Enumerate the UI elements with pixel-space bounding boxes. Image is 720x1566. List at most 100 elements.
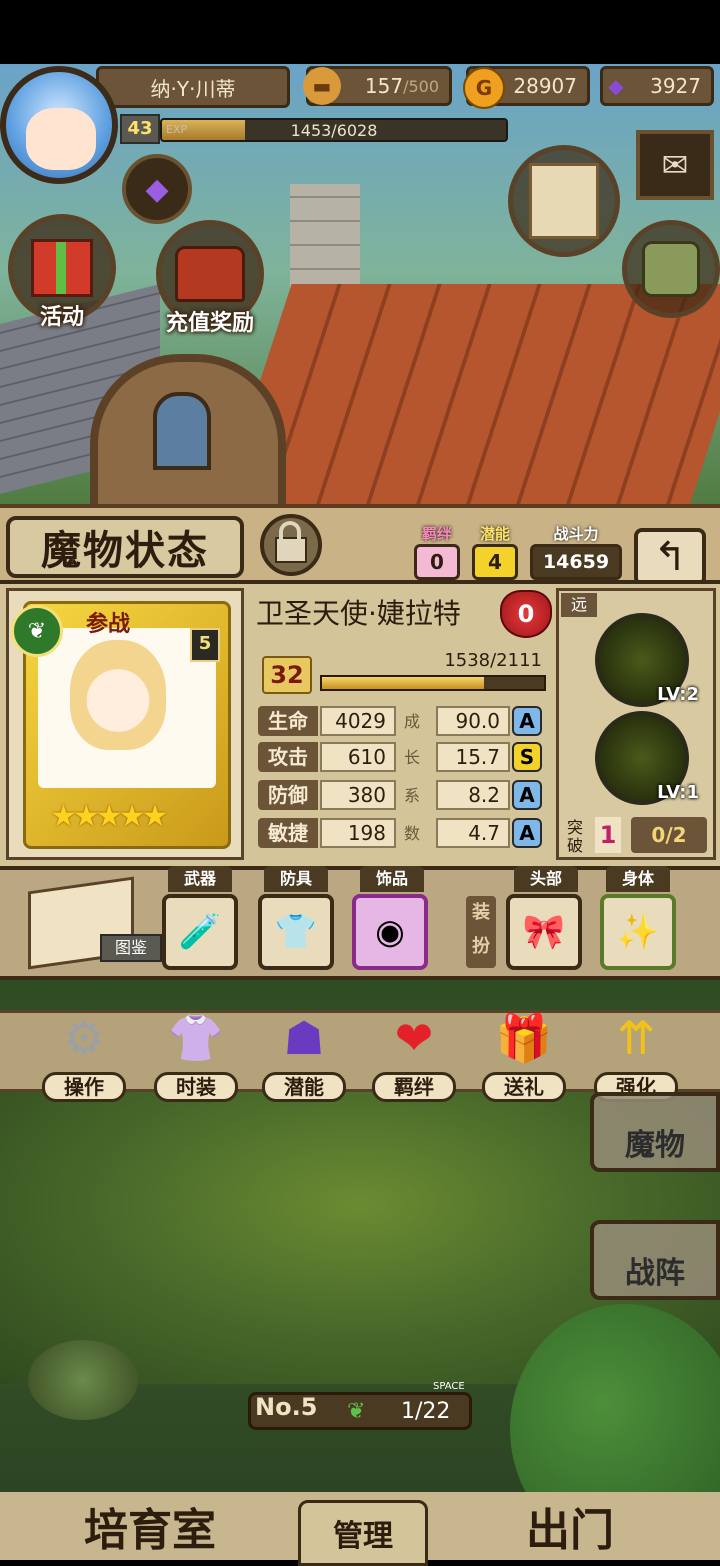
bond-stat: 羁绊 0 [414, 526, 460, 580]
page-title: 魔物状态 [6, 516, 244, 578]
enhance-button[interactable]: ⇈ 强化 [594, 1000, 678, 1104]
bread-counter[interactable]: ▬ 157/500 [303, 66, 452, 106]
unit-name: 卫圣天使·婕拉特 [256, 597, 461, 630]
fashion-button[interactable]: 👚 时装 [154, 1000, 238, 1104]
gem-value: 3927 [650, 74, 701, 98]
growth-grade: S [512, 742, 542, 772]
hearts-icon: ❤ [394, 1011, 434, 1065]
gift-label: 送礼 [482, 1072, 566, 1102]
codex-button[interactable]: 图鉴 [28, 876, 162, 970]
space-count: 1/22 [401, 1399, 451, 1424]
weapon-slot[interactable]: 🧪 [162, 894, 238, 970]
star-rating: ★★★★★ [50, 799, 169, 834]
stars-icon: ✨ [616, 912, 660, 952]
bottle-icon: 🧪 [178, 912, 222, 952]
stat-name: 攻击 [258, 742, 318, 772]
egg-nest[interactable] [28, 1340, 138, 1420]
exp-value: 1453/6028 [290, 121, 378, 140]
bond-button[interactable]: ❤ 羁绊 [372, 1000, 456, 1104]
present-icon: 🎁 [495, 1010, 553, 1065]
go-out-tab[interactable]: 出门 [470, 1492, 670, 1560]
growth-value: 90.0 [436, 706, 510, 736]
backpack-icon [642, 241, 700, 297]
skill-slot-1[interactable]: LV:2 [595, 613, 699, 707]
manage-tab[interactable]: 管理 [298, 1500, 428, 1566]
stat-row: 生命 4029 成 90.0 A [258, 706, 552, 738]
growth-grade: A [512, 706, 542, 736]
potential-stat-label: 潜能 [479, 525, 510, 543]
gold-coin-icon: G [463, 67, 505, 109]
fashion-label: 时装 [154, 1072, 238, 1102]
potential-stat: 潜能 4 [472, 526, 518, 580]
bond-stat-value: 0 [414, 544, 460, 580]
power-stat-label: 战斗力 [553, 525, 599, 543]
player-name: 纳·Y·川蒂 [96, 66, 290, 108]
heart-icon: 0 [500, 590, 552, 638]
bond-label: 羁绊 [372, 1072, 456, 1102]
operate-button[interactable]: ⚙ 操作 [42, 1000, 126, 1104]
body-slot[interactable]: ✨ [600, 894, 676, 970]
stat-value: 610 [320, 742, 396, 772]
power-stat-value: 14659 [530, 544, 622, 580]
stat-value: 380 [320, 780, 396, 810]
skill-panel: 远 LV:2 LV:1 突破 1 0/2 [556, 588, 716, 860]
codex-label: 图鉴 [100, 934, 162, 962]
unit-portrait [70, 640, 166, 750]
back-button[interactable]: ↰ [634, 528, 706, 586]
mail-icon: ✉ [661, 146, 689, 184]
head-label: 头部 [514, 866, 578, 892]
up-arrows-icon: ⇈ [616, 1011, 656, 1065]
potential-stat-value: 4 [472, 544, 518, 580]
quest-scroll-button[interactable] [508, 145, 620, 257]
accessory-slot[interactable]: ◉ [352, 894, 428, 970]
growth-char: 数 [404, 824, 421, 843]
growth-grade: A [512, 818, 542, 848]
breakthrough-label: 突破 [567, 818, 584, 855]
backpack-button[interactable] [622, 220, 720, 318]
growth-value: 4.7 [436, 818, 510, 848]
player-avatar[interactable] [0, 66, 118, 184]
breakthrough-progress[interactable]: 0/2 [631, 817, 707, 853]
gear-icon: ⚙ [63, 1011, 105, 1065]
accessory-label: 饰品 [360, 866, 424, 892]
activity-button[interactable]: 活动 [8, 214, 116, 330]
unit-card[interactable]: 参战 5 ★★★★★ ❦ [6, 588, 244, 860]
growth-value: 8.2 [436, 780, 510, 810]
nest-number: No.5 [255, 1393, 318, 1421]
avatar-face [26, 108, 96, 170]
gold-value: 28907 [513, 74, 577, 98]
stat-name: 敏捷 [258, 818, 318, 848]
exp-bar: EXP 1453/6028 [160, 118, 508, 142]
head-slot[interactable]: 🎀 [506, 894, 582, 970]
gold-counter[interactable]: G 28907 [463, 66, 590, 109]
activity-label: 活动 [39, 305, 84, 330]
armor-slot[interactable]: 👕 [258, 894, 334, 970]
space-label: SPACE [433, 1381, 465, 1392]
potential-label: 潜能 [262, 1072, 346, 1102]
skill-1-level: LV:2 [657, 684, 699, 705]
scroll-icon [529, 163, 599, 239]
purple-gem-plus-icon: ◆ [145, 171, 169, 207]
potential-button[interactable]: ☗ 潜能 [262, 1000, 346, 1104]
growth-value: 15.7 [436, 742, 510, 772]
unit-exp-bar [320, 675, 546, 691]
recharge-reward-button[interactable]: 充值奖励 [156, 220, 264, 336]
bread-icon: ▬ [303, 67, 341, 105]
skill-slot-2[interactable]: LV:1 [595, 711, 699, 805]
armor-label: 防具 [264, 866, 328, 892]
mail-button[interactable]: ✉ [636, 130, 714, 200]
growth-char: 系 [404, 786, 421, 805]
lock-button[interactable] [260, 514, 322, 576]
monster-button[interactable]: 魔物 [590, 1092, 720, 1172]
breed-room-tab[interactable]: 培育室 [40, 1492, 260, 1560]
demon-icon: ☗ [283, 1011, 325, 1065]
stat-row: 敏捷 198 数 4.7 A [258, 818, 552, 850]
growth-grade: A [512, 780, 542, 810]
formation-button[interactable]: 战阵 [590, 1220, 720, 1300]
unit-exp-fill [322, 677, 484, 689]
gem-counter[interactable]: ◆ 3927 [600, 66, 714, 106]
gift-button[interactable]: 🎁 送礼 [482, 1000, 566, 1104]
recharge-reward-label: 充值奖励 [165, 311, 254, 336]
buy-gem-button[interactable]: ◆ [122, 154, 192, 224]
armor-icon: 👕 [274, 912, 318, 952]
